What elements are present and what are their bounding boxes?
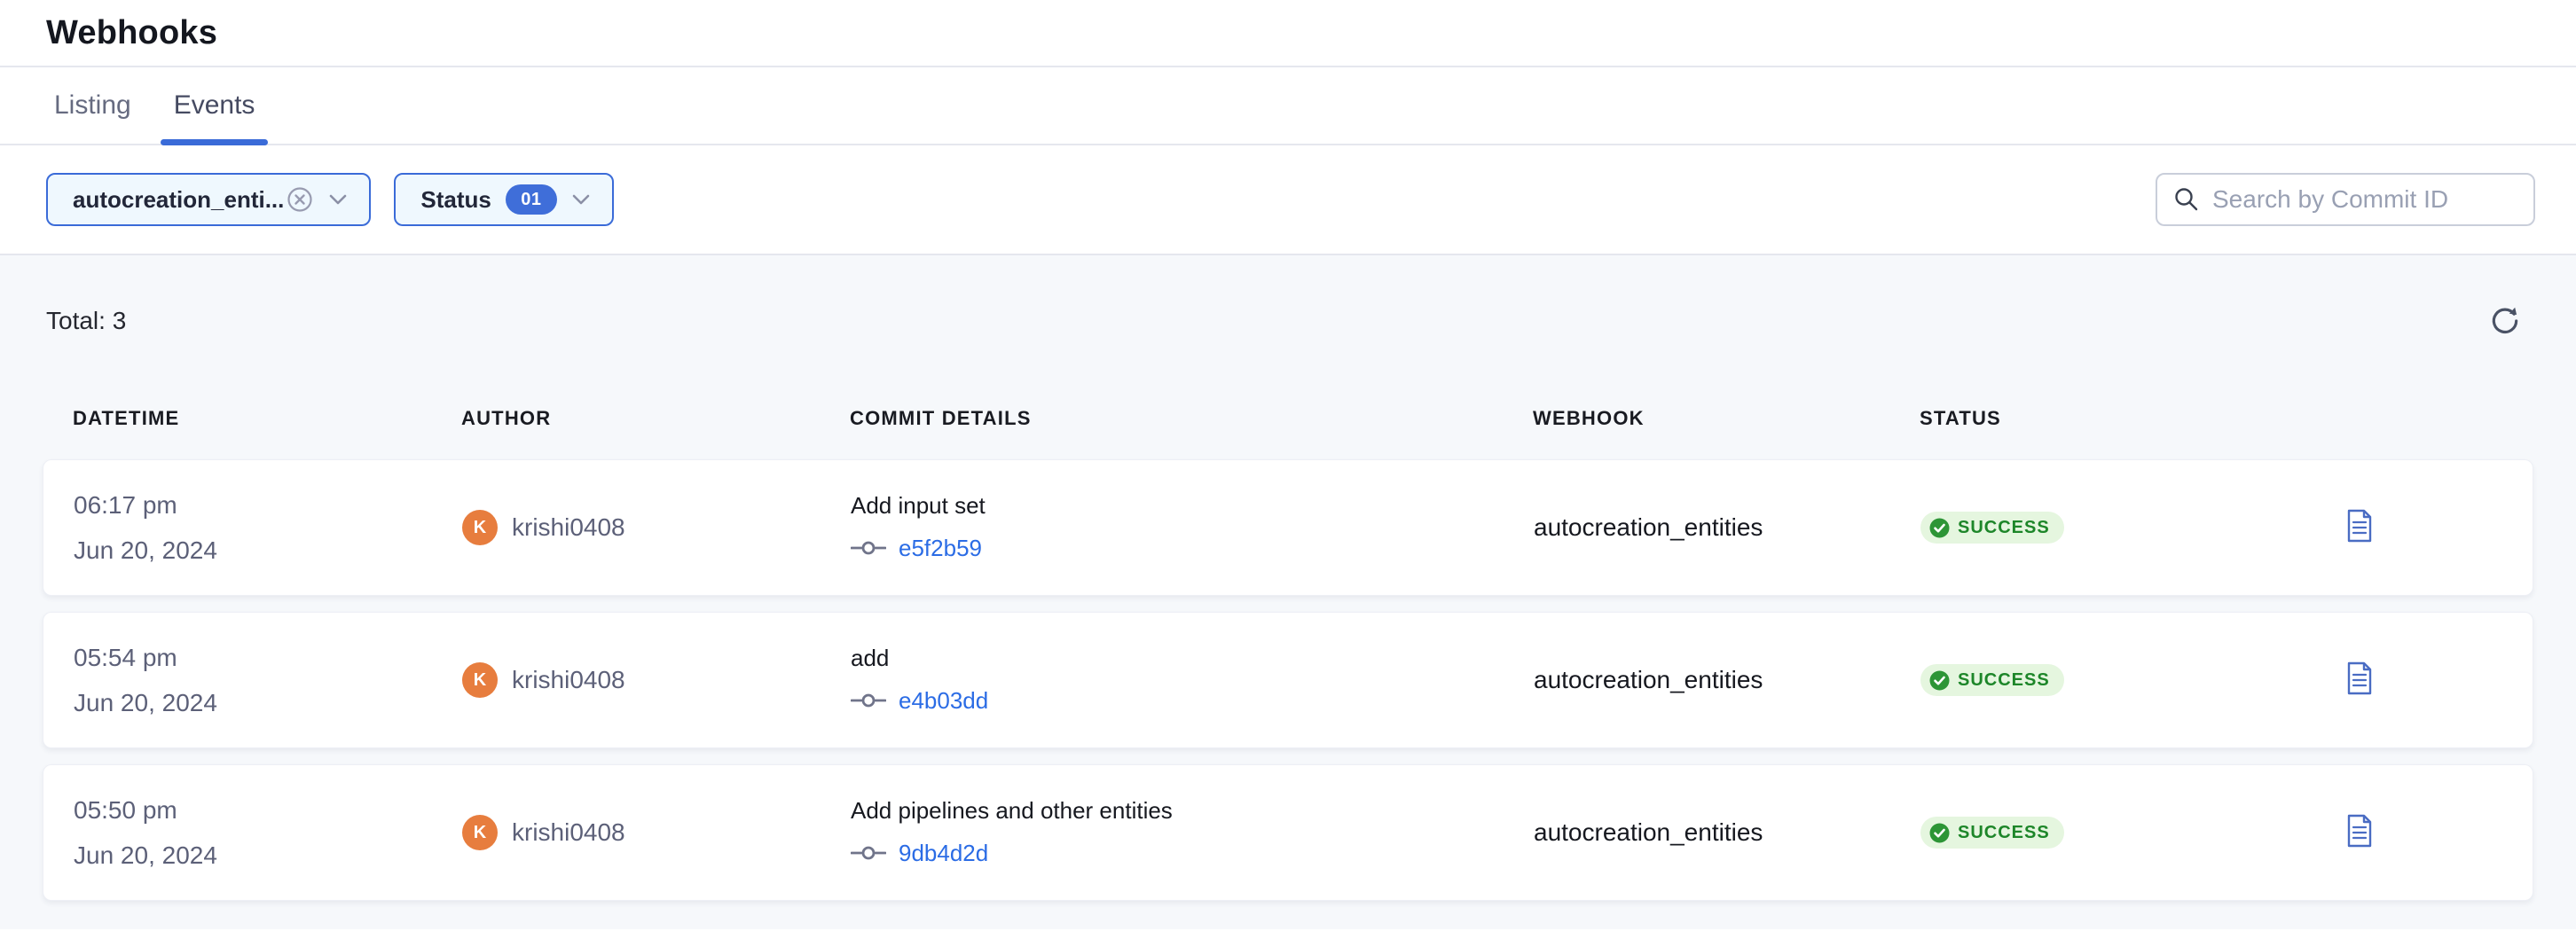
column-header-author: AUTHOR xyxy=(461,407,850,430)
commit-hash-link[interactable]: e4b03dd xyxy=(899,687,988,715)
filter-bar: autocreation_enti... Status 01 xyxy=(0,145,2576,255)
table-row[interactable]: 06:17 pm Jun 20, 2024 K krishi0408 Add i… xyxy=(43,459,2533,596)
author-name: krishi0408 xyxy=(512,666,625,694)
actions-cell xyxy=(2302,661,2533,700)
content-header: Total: 3 xyxy=(0,255,2576,346)
page-title: Webhooks xyxy=(46,14,217,52)
commit-hash-link[interactable]: 9db4d2d xyxy=(899,840,988,867)
actions-cell xyxy=(2302,509,2533,547)
webhook-filter-dropdown[interactable]: autocreation_enti... xyxy=(46,173,371,226)
tab-bar: Listing Events xyxy=(0,67,2576,145)
status-badge: SUCCESS xyxy=(1920,817,2064,849)
column-header-status: STATUS xyxy=(1920,407,2301,430)
column-header-datetime: DATETIME xyxy=(73,407,461,430)
author-cell: K krishi0408 xyxy=(462,815,851,850)
check-circle-icon xyxy=(1929,823,1950,843)
circle-x-icon[interactable] xyxy=(286,185,314,214)
tab-events[interactable]: Events xyxy=(161,67,269,144)
event-date: Jun 20, 2024 xyxy=(74,537,462,563)
payload-details-icon[interactable] xyxy=(2346,814,2373,848)
commit-message: Add pipelines and other entities xyxy=(851,798,1534,824)
table-row[interactable]: 05:50 pm Jun 20, 2024 K krishi0408 Add p… xyxy=(43,764,2533,901)
commit-details-cell: Add input set e5f2b59 xyxy=(851,493,1534,562)
commit-search-box xyxy=(2156,173,2535,226)
commit-details-cell: Add pipelines and other entities 9db4d2d xyxy=(851,798,1534,867)
avatar: K xyxy=(462,510,498,545)
commit-link[interactable]: e5f2b59 xyxy=(851,535,1534,562)
status-filter-label: Status xyxy=(420,186,491,214)
webhook-name: autocreation_entities xyxy=(1534,513,1920,542)
event-time: 05:50 pm xyxy=(74,797,462,823)
column-header-webhook: WEBHOOK xyxy=(1533,407,1920,430)
author-name: krishi0408 xyxy=(512,513,625,542)
avatar: K xyxy=(462,815,498,850)
datetime-cell: 05:50 pm Jun 20, 2024 xyxy=(74,797,462,869)
check-circle-icon xyxy=(1929,670,1950,691)
status-label: SUCCESS xyxy=(1958,823,2050,843)
payload-details-icon[interactable] xyxy=(2346,509,2373,543)
datetime-cell: 06:17 pm Jun 20, 2024 xyxy=(74,492,462,564)
git-commit-icon xyxy=(851,693,886,708)
commit-hash-link[interactable]: e5f2b59 xyxy=(899,535,982,562)
actions-cell xyxy=(2302,814,2533,852)
webhook-name: autocreation_entities xyxy=(1534,666,1920,694)
tab-listing-label: Listing xyxy=(54,90,131,121)
avatar: K xyxy=(462,662,498,698)
table-row[interactable]: 05:54 pm Jun 20, 2024 K krishi0408 add xyxy=(43,612,2533,748)
event-time: 05:54 pm xyxy=(74,645,462,670)
tab-events-label: Events xyxy=(174,90,255,121)
datetime-cell: 05:54 pm Jun 20, 2024 xyxy=(74,645,462,716)
status-label: SUCCESS xyxy=(1958,670,2050,691)
git-commit-icon xyxy=(851,846,886,860)
webhook-filter-label: autocreation_enti... xyxy=(73,186,284,214)
chevron-down-icon xyxy=(571,192,591,207)
table-header-row: DATETIME AUTHOR COMMIT DETAILS WEBHOOK S… xyxy=(43,401,2533,436)
status-filter-count-badge: 01 xyxy=(506,184,557,215)
author-name: krishi0408 xyxy=(512,818,625,847)
commit-details-cell: add e4b03dd xyxy=(851,645,1534,715)
event-date: Jun 20, 2024 xyxy=(74,842,462,868)
total-count: Total: 3 xyxy=(46,307,126,335)
webhooks-page: Webhooks Listing Events autocreation_ent… xyxy=(0,0,2576,931)
status-badge: SUCCESS xyxy=(1920,512,2064,544)
status-badge: SUCCESS xyxy=(1920,664,2064,696)
commit-link[interactable]: 9db4d2d xyxy=(851,840,1534,867)
commit-message: add xyxy=(851,645,1534,671)
webhook-name: autocreation_entities xyxy=(1534,818,1920,847)
author-cell: K krishi0408 xyxy=(462,662,851,698)
search-input[interactable] xyxy=(2212,185,2533,214)
event-time: 06:17 pm xyxy=(74,492,462,518)
table-body: 06:17 pm Jun 20, 2024 K krishi0408 Add i… xyxy=(43,459,2533,901)
tab-listing[interactable]: Listing xyxy=(41,67,145,144)
status-filter-dropdown[interactable]: Status 01 xyxy=(394,173,613,226)
author-cell: K krishi0408 xyxy=(462,510,851,545)
payload-details-icon[interactable] xyxy=(2346,661,2373,695)
search-icon xyxy=(2173,186,2200,213)
chevron-down-icon xyxy=(328,192,348,207)
title-bar: Webhooks xyxy=(0,0,2576,67)
events-content: Total: 3 DATETIME AUTHOR COMMIT DETAILS … xyxy=(0,255,2576,929)
column-header-commit-details: COMMIT DETAILS xyxy=(850,407,1533,430)
commit-message: Add input set xyxy=(851,493,1534,519)
refresh-icon[interactable] xyxy=(2486,301,2525,340)
status-label: SUCCESS xyxy=(1958,518,2050,538)
commit-link[interactable]: e4b03dd xyxy=(851,687,1534,715)
git-commit-icon xyxy=(851,541,886,555)
event-date: Jun 20, 2024 xyxy=(74,690,462,716)
check-circle-icon xyxy=(1929,518,1950,538)
